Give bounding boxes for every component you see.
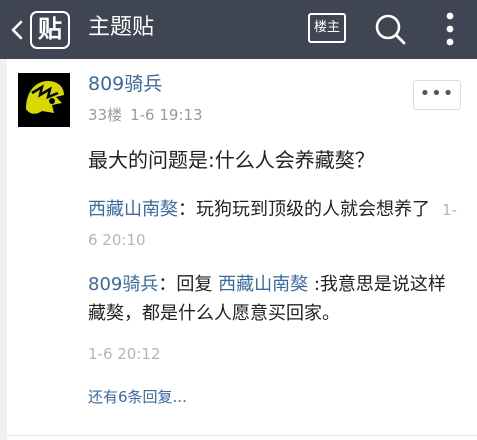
divider: [7, 435, 477, 436]
reply-item[interactable]: 西藏山南獒：玩狗玩到顶级的人就会想养了 1-6 20:10: [88, 195, 463, 255]
reply-separator: ：: [178, 199, 196, 220]
reply-user[interactable]: 809骑兵: [88, 274, 158, 295]
chevron-left-icon: [11, 20, 23, 40]
tieba-logo: 贴: [30, 11, 70, 49]
page-title: 主题贴: [88, 15, 155, 40]
top-app-bar: 贴 主题贴 楼主: [0, 0, 477, 59]
user-avatar[interactable]: [18, 73, 70, 127]
post-content: 809骑兵 33楼 1-6 19:13 ••• 最大的问题是:什么人会养藏獒？ 西…: [0, 59, 477, 440]
post-time: 1-6 19:13: [130, 106, 203, 124]
back-button[interactable]: 贴: [10, 10, 70, 49]
more-vertical-icon[interactable]: [438, 9, 462, 49]
post-menu-button[interactable]: •••: [413, 80, 461, 110]
reply-text: 玩狗玩到顶级的人就会想养了: [196, 199, 430, 220]
reply-to-user[interactable]: 西藏山南獒: [218, 274, 308, 295]
reply-time: 1-6 20:12: [88, 345, 161, 363]
reply-item[interactable]: 809骑兵：回复 西藏山南獒 :我意思是说这样藏獒，都是什么人愿意买回家。: [88, 270, 463, 328]
floor-number: 33楼: [88, 106, 123, 124]
more-replies-link[interactable]: 还有6条回复...: [88, 387, 187, 407]
post-body: 最大的问题是:什么人会养藏獒？: [88, 148, 375, 172]
reply-separator: ：: [158, 274, 177, 295]
left-edge: [0, 59, 7, 440]
only-op-button[interactable]: 楼主: [308, 13, 346, 43]
post-author[interactable]: 809骑兵: [88, 72, 162, 96]
reply-user[interactable]: 西藏山南獒: [88, 199, 178, 220]
reply-prefix: 回复: [176, 274, 213, 295]
post-meta: 33楼 1-6 19:13: [88, 106, 203, 124]
search-icon[interactable]: [372, 11, 408, 47]
